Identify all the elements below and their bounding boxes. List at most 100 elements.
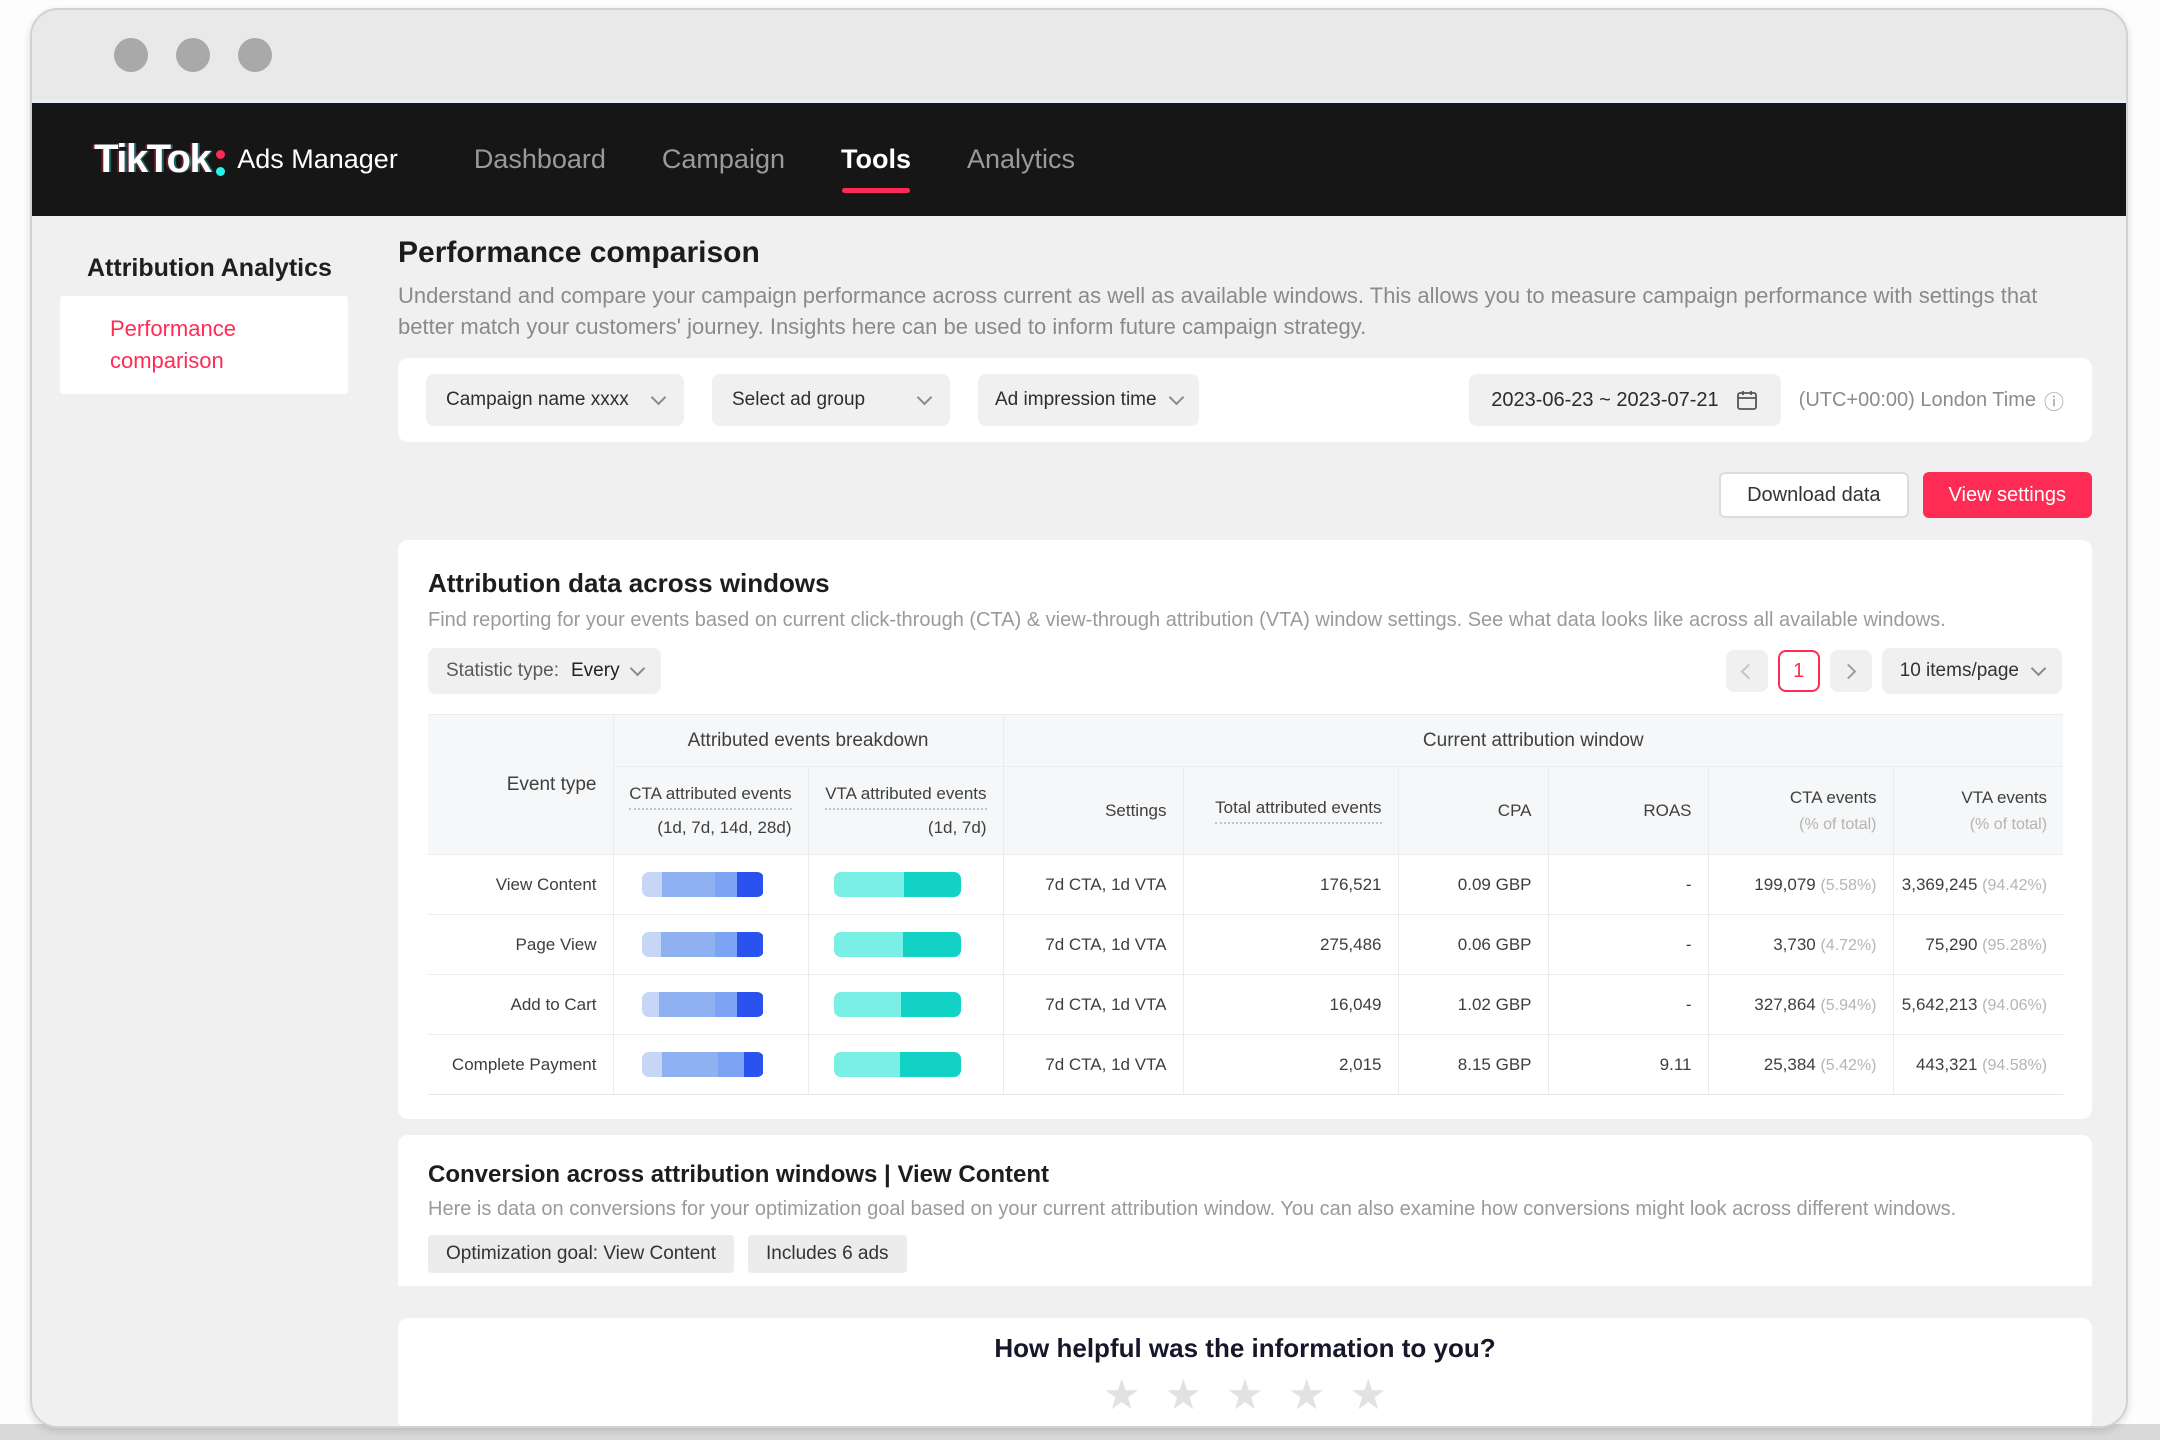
ad-group-dropdown[interactable]: Select ad group xyxy=(712,374,950,426)
col-cta-attributed-events[interactable]: CTA attributed events (1d, 7d, 14d, 28d) xyxy=(613,766,809,855)
top-navbar: TikTok Ads Manager Dashboard Campaign To… xyxy=(32,100,2126,216)
star-icon[interactable]: ★ xyxy=(1226,1373,1264,1416)
cell-settings: 7d CTA, 1d VTA xyxy=(1002,854,1184,915)
window-titlebar xyxy=(32,10,2126,100)
group-attributed-events-breakdown: Attributed events breakdown xyxy=(612,714,1004,767)
conversion-table-clipped-row xyxy=(398,1286,2092,1310)
cell-cta-events: 25,384 (5.42%) xyxy=(1707,1034,1894,1095)
cell-event-type: Complete Payment xyxy=(428,1034,614,1095)
star-icon[interactable]: ★ xyxy=(1349,1373,1387,1416)
cell-roas: - xyxy=(1547,974,1709,1035)
tiktok-logo[interactable]: TikTok Ads Manager xyxy=(94,137,398,182)
cta-bar-chart xyxy=(641,1052,764,1077)
calendar-icon xyxy=(1736,391,1757,410)
sidebar-item-performance-comparison[interactable]: Performance comparison xyxy=(60,296,348,394)
main-nav: Dashboard Campaign Tools Analytics xyxy=(474,144,1075,193)
nav-dashboard[interactable]: Dashboard xyxy=(474,144,606,175)
page-description: Understand and compare your campaign per… xyxy=(398,283,2038,339)
conversion-section-description: Here is data on conversions for your opt… xyxy=(428,1198,1957,1220)
chevron-down-icon xyxy=(629,660,645,677)
page-size-dropdown[interactable]: 10 items/page xyxy=(1881,648,2062,694)
col-total-attributed-events[interactable]: Total attributed events xyxy=(1182,766,1399,855)
bar-segment xyxy=(641,1052,663,1077)
chevron-right-icon xyxy=(1840,663,1857,679)
star-icon[interactable]: ★ xyxy=(1288,1373,1326,1416)
bar-segment xyxy=(743,1052,764,1077)
cell-vta-bar xyxy=(807,974,1004,1035)
cell-settings: 7d CTA, 1d VTA xyxy=(1002,914,1184,975)
cell-cta-bar xyxy=(612,1034,809,1095)
table-row: View Content 7d CTA, 1d VTA 176,521 0.09… xyxy=(428,854,2064,915)
attribution-section: Attribution data across windows Find rep… xyxy=(398,540,2092,1119)
page-title: Performance comparison xyxy=(398,236,760,269)
cell-event-type: View Content xyxy=(428,854,614,915)
bar-segment xyxy=(641,932,662,957)
cell-cta-bar xyxy=(612,974,809,1035)
col-vta-attributed-events[interactable]: VTA attributed events (1d, 7d) xyxy=(807,766,1004,855)
bar-segment xyxy=(834,1052,901,1077)
includes-ads-tag[interactable]: Includes 6 ads xyxy=(748,1235,907,1273)
window-control-dot[interactable] xyxy=(114,38,148,72)
bar-segment xyxy=(658,992,715,1017)
date-range-picker[interactable]: 2023-06-23 ~ 2023-07-21 xyxy=(1469,374,1781,426)
bar-segment xyxy=(900,1052,961,1077)
view-settings-button[interactable]: View settings xyxy=(1922,472,2092,518)
prev-page-button[interactable] xyxy=(1725,650,1768,692)
cell-roas: - xyxy=(1547,914,1709,975)
window-control-dot[interactable] xyxy=(238,38,272,72)
bar-segment xyxy=(661,932,715,957)
sidebar-item-label[interactable]: Performance comparison xyxy=(110,313,300,377)
star-icon[interactable]: ★ xyxy=(1103,1373,1141,1416)
cell-total: 275,486 xyxy=(1182,914,1399,975)
cell-roas: - xyxy=(1547,854,1709,915)
cta-bar-chart xyxy=(641,872,764,897)
next-page-button[interactable] xyxy=(1829,650,1872,692)
sidebar-title: Attribution Analytics xyxy=(87,254,332,282)
nav-analytics[interactable]: Analytics xyxy=(967,144,1075,175)
info-icon[interactable]: ⓘ xyxy=(2044,386,2064,415)
date-range-value: 2023-06-23 ~ 2023-07-21 xyxy=(1491,388,1719,411)
conversion-section: Conversion across attribution windows | … xyxy=(398,1135,2092,1310)
cell-roas: 9.11 xyxy=(1547,1034,1709,1095)
optimization-goal-tag[interactable]: Optimization goal: View Content xyxy=(428,1235,735,1273)
nav-tools[interactable]: Tools xyxy=(841,144,911,193)
col-vta-events: VTA events (% of total) xyxy=(1892,766,2064,855)
vta-bar-chart xyxy=(834,1052,961,1077)
table-row: Complete Payment 7d CTA, 1d VTA 2,015 8.… xyxy=(428,1034,2064,1095)
statistic-type-value: Every xyxy=(571,660,620,681)
star-rating[interactable]: ★ ★ ★ ★ ★ xyxy=(1103,1373,1387,1416)
statistic-type-dropdown[interactable]: Statistic type: Every xyxy=(428,648,661,694)
star-icon[interactable]: ★ xyxy=(1165,1373,1203,1416)
nav-campaign[interactable]: Campaign xyxy=(662,144,785,175)
tiktok-wordmark: TikTok xyxy=(94,137,212,181)
bar-segment xyxy=(641,872,663,897)
cell-settings: 7d CTA, 1d VTA xyxy=(1002,974,1184,1035)
tiktok-colon-icon xyxy=(216,149,226,176)
bar-segment xyxy=(736,932,764,957)
cell-cta-events: 3,730 (4.72%) xyxy=(1707,914,1894,975)
page-content: Attribution Analytics Performance compar… xyxy=(32,216,2126,1426)
cell-total: 16,049 xyxy=(1182,974,1399,1035)
bar-segment xyxy=(834,992,902,1017)
chevron-down-icon xyxy=(2030,660,2047,677)
cell-cpa: 0.09 GBP xyxy=(1397,854,1549,915)
cell-vta-bar xyxy=(807,914,1004,975)
vta-bar-chart xyxy=(834,872,961,897)
cell-cta-bar xyxy=(612,854,809,915)
bar-segment xyxy=(903,872,961,897)
current-page-button[interactable]: 1 xyxy=(1777,650,1820,692)
actions-row: Download data View settings xyxy=(398,472,2092,518)
feedback-section: How helpful was the information to you? … xyxy=(398,1318,2092,1426)
window-control-dot[interactable] xyxy=(176,38,210,72)
group-current-attribution-window: Current attribution window xyxy=(1002,714,2064,767)
col-cta-events: CTA events (% of total) xyxy=(1707,766,1894,855)
download-data-button[interactable]: Download data xyxy=(1719,472,1909,518)
impression-time-dropdown[interactable]: Ad impression time xyxy=(978,374,1199,426)
bar-segment xyxy=(736,872,764,897)
cta-bar-chart xyxy=(641,932,764,957)
table-controls: Statistic type: Every 1 10 items/page xyxy=(428,648,2062,694)
campaign-dropdown[interactable]: Campaign name xxxx xyxy=(426,374,684,426)
conversion-section-title: Conversion across attribution windows | … xyxy=(428,1161,1050,1188)
bar-segment xyxy=(662,1052,719,1077)
bar-segment xyxy=(714,992,737,1017)
